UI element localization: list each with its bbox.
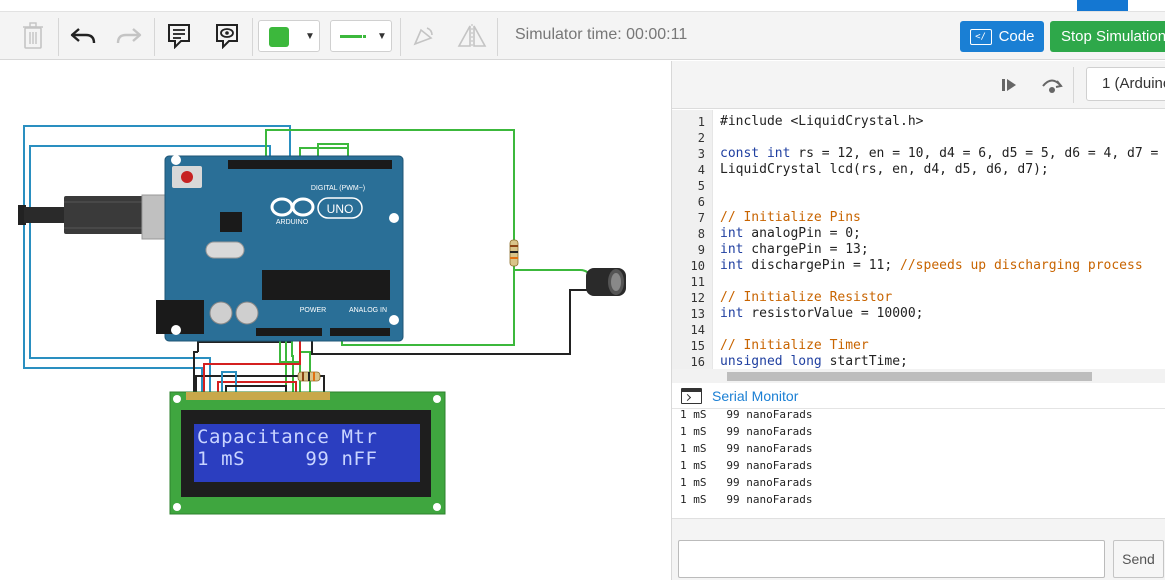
code-line: #include <LiquidCrystal.h> — [720, 114, 924, 129]
serial-monitor-title: Serial Monitor — [712, 388, 799, 404]
circuit-diagram[interactable]: UNO ARDUINO DIGITAL (PWM~) POWER ANALOG … — [0, 61, 671, 580]
serial-line: 1 mS 99 nanoFarads — [680, 442, 813, 455]
serial-input-area: Send — [672, 518, 1165, 580]
toolbar-separator — [58, 18, 59, 56]
serial-line: 1 mS 99 nanoFarads — [680, 493, 813, 506]
line-number: 11 — [690, 275, 705, 289]
code-icon: </ — [969, 28, 992, 45]
wire-style-dropdown[interactable]: ▼ — [330, 20, 392, 52]
code-toolbar: 1 (Arduino — [672, 61, 1165, 109]
line-style-icon — [340, 35, 362, 38]
serial-monitor-icon — [681, 388, 702, 404]
code-line: // Initialize Pins — [720, 210, 861, 225]
brand-label: ARDUINO — [276, 219, 309, 226]
line-number: 10 — [690, 259, 705, 273]
undo-icon[interactable] — [68, 20, 98, 52]
code-button[interactable]: </ Code — [960, 21, 1044, 52]
wire-color-dropdown[interactable]: ▼ — [258, 20, 320, 52]
code-line: // Initialize Timer — [720, 338, 869, 353]
line-number: 4 — [697, 163, 705, 177]
code-line: // Initialize Resistor — [720, 290, 893, 305]
serial-output: 1 mS 99 nanoFarads 1 mS 99 nanoFarads 1 mS… — [672, 410, 1165, 518]
line-number: 12 — [690, 291, 705, 305]
toolbar: ▼ ▼ Simulator time: 00:00:11 </ Code Stop… — [0, 12, 1165, 60]
code-line: LiquidCrystal lcd(rs, en, d4, d5, d6, d7… — [720, 162, 1049, 177]
line-number: 13 — [690, 307, 705, 321]
lcd-line-1: Capacitance Mtr — [197, 426, 378, 448]
color-swatch — [269, 27, 289, 47]
trash-icon[interactable] — [18, 20, 48, 52]
serial-line: 1 mS 99 nanoFarads — [680, 410, 813, 421]
code-line: int dischargePin = 11; //speeds up disch… — [720, 258, 1143, 273]
code-button-label: Code — [998, 28, 1035, 45]
code-line: int analogPin = 0; — [720, 226, 861, 241]
scrollbar-thumb[interactable] — [727, 372, 1092, 381]
circuit-canvas[interactable]: UNO ARDUINO DIGITAL (PWM~) POWER ANALOG … — [0, 61, 671, 580]
code-line: int chargePin = 13; — [720, 242, 869, 257]
line-number: 6 — [697, 195, 705, 209]
atmega-chip — [262, 270, 390, 300]
simulator-time: Simulator time: 00:00:11 — [515, 26, 688, 43]
step-over-icon[interactable] — [1040, 74, 1064, 101]
digital-label: DIGITAL (PWM~) — [311, 185, 365, 192]
line-number: 3 — [697, 147, 705, 161]
send-button[interactable]: Send — [1113, 540, 1164, 578]
toolbar-separator — [1073, 67, 1074, 103]
lcd-display-text: Capacitance Mtr 1 mS 99 nFF — [197, 426, 412, 479]
serial-line: 1 mS 99 nanoFarads — [680, 459, 813, 472]
line-number: 5 — [697, 179, 705, 193]
toolbar-separator — [497, 18, 498, 56]
stop-simulation-button[interactable]: Stop Simulation — [1050, 21, 1165, 52]
line-number: 15 — [690, 339, 705, 353]
top-accent[interactable] — [1077, 0, 1128, 11]
code-panel: 1 (Arduino 1234567891011121314151617 #in… — [671, 61, 1165, 580]
toolbar-separator — [400, 18, 401, 56]
flip-icon[interactable] — [455, 20, 489, 52]
line-number: 7 — [697, 211, 705, 225]
line-number: 14 — [690, 323, 705, 337]
toolbar-separator — [154, 18, 155, 56]
step-forward-icon[interactable] — [998, 74, 1020, 101]
line-number: 2 — [697, 131, 705, 145]
line-number: 8 — [697, 227, 705, 241]
file-selector-dropdown[interactable]: 1 (Arduino — [1086, 67, 1165, 101]
serial-line: 1 mS 99 nanoFarads — [680, 425, 813, 438]
notes-icon[interactable] — [164, 20, 194, 52]
horizontal-scrollbar[interactable] — [672, 369, 1165, 383]
analog-label: ANALOG IN — [349, 307, 387, 314]
code-line: unsigned long startTime; — [720, 354, 908, 369]
lcd-line-2: 1 mS 99 nFF — [197, 448, 378, 470]
serial-input[interactable] — [678, 540, 1105, 578]
toolbar-separator — [252, 18, 253, 56]
line-number-gutter: 1234567891011121314151617 — [672, 110, 713, 383]
chevron-down-icon: ▼ — [377, 31, 387, 42]
code-line: const int rs = 12, en = 10, d4 = 6, d5 =… — [720, 146, 1165, 161]
chevron-down-icon: ▼ — [305, 31, 315, 42]
line-number: 9 — [697, 243, 705, 257]
serial-line: 1 mS 99 nanoFarads — [680, 476, 813, 489]
board-label: UNO — [327, 202, 354, 216]
code-line: int resistorValue = 10000; — [720, 306, 924, 321]
line-style-dot — [363, 35, 366, 38]
rotate-icon[interactable] — [408, 20, 438, 52]
power-label: POWER — [300, 307, 326, 314]
line-number: 1 — [697, 115, 705, 129]
view-notes-icon[interactable] — [212, 20, 242, 52]
line-number: 16 — [690, 355, 705, 369]
top-strip — [0, 0, 1165, 12]
serial-monitor-header[interactable]: Serial Monitor — [672, 383, 1165, 409]
code-editor[interactable]: 1234567891011121314151617 #include <Liqu… — [672, 110, 1165, 383]
redo-icon[interactable] — [114, 20, 144, 52]
